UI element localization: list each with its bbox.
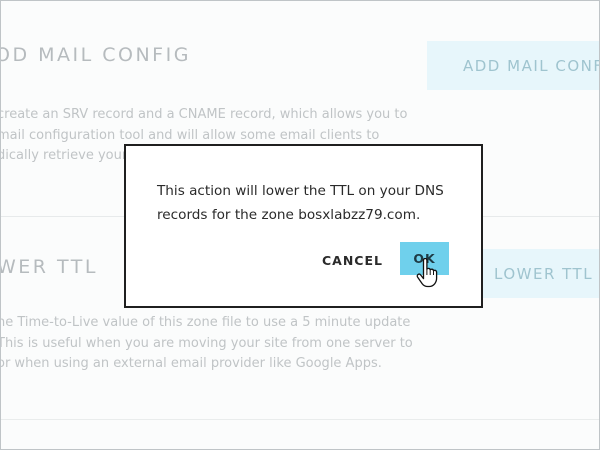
description-line: create an SRV record and a CNAME record,… bbox=[0, 107, 408, 122]
dialog-message: This action will lower the TTL on your D… bbox=[157, 179, 467, 227]
dialog-message-line: This action will lower the TTL on your D… bbox=[157, 183, 444, 199]
description-line: he Time-to-Live value of this zone file … bbox=[0, 315, 411, 330]
cancel-button[interactable]: CANCEL bbox=[322, 248, 392, 272]
ok-button[interactable]: OK bbox=[400, 242, 449, 275]
description-line: mail configuration tool and will allow s… bbox=[0, 127, 380, 143]
lower-ttl-button[interactable]: LOWER TTL bbox=[476, 249, 599, 298]
lower-ttl-title: WER TTL bbox=[0, 256, 98, 278]
app-frame: OD MAIL CONFIG ADD MAIL CONFI create an … bbox=[0, 0, 600, 450]
confirm-dialog: This action will lower the TTL on your D… bbox=[124, 144, 483, 308]
dialog-message-line: records for the zone bosxlabzz79.com. bbox=[157, 207, 421, 223]
lower-ttl-description: he Time-to-Live value of this zone file … bbox=[0, 313, 417, 375]
section-divider-bottom bbox=[1, 419, 599, 420]
add-mail-config-button[interactable]: ADD MAIL CONFI bbox=[427, 41, 599, 90]
description-line: This is useful when you are moving your … bbox=[0, 335, 413, 351]
mail-config-title: OD MAIL CONFIG bbox=[0, 44, 191, 66]
description-line: or when using an external email provider… bbox=[0, 356, 382, 371]
